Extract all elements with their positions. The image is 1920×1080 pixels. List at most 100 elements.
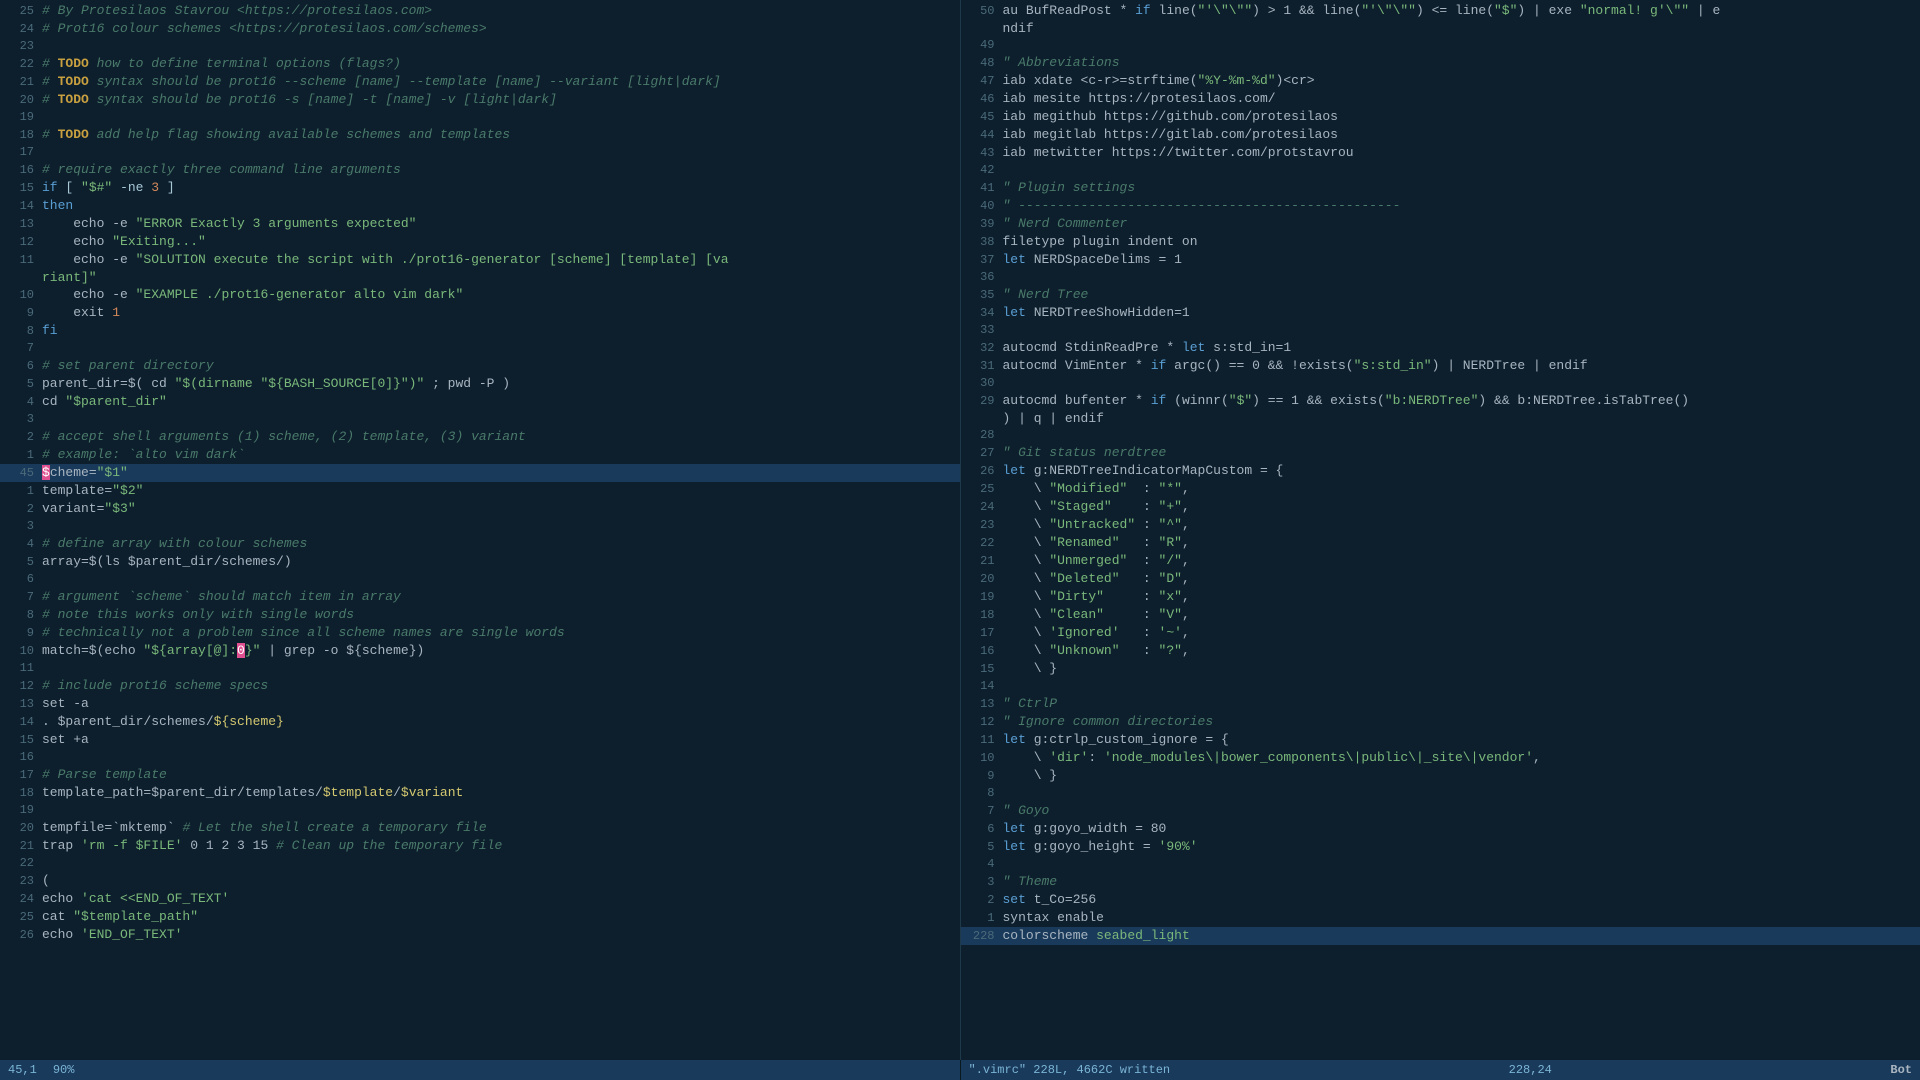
line-row: 12" Ignore common directories bbox=[961, 713, 1920, 731]
line-row: 2set t_Co=256 bbox=[961, 891, 1920, 909]
line-row: 10 echo -e "EXAMPLE ./prot16-generator a… bbox=[0, 286, 960, 304]
line-row: 22# TODO how to define terminal options … bbox=[0, 55, 960, 73]
line-row: 37let NERDSpaceDelims = 1 bbox=[961, 251, 1920, 269]
line-row: 14. $parent_dir/schemes/${scheme} bbox=[0, 713, 960, 731]
line-row: 5let g:goyo_height = '90%' bbox=[961, 838, 1920, 856]
line-row: 8 bbox=[961, 785, 1920, 802]
line-row: 7 bbox=[0, 340, 960, 357]
line-row: 30 bbox=[961, 375, 1920, 392]
line-row: 13set -a bbox=[0, 695, 960, 713]
line-row: 34let NERDTreeShowHidden=1 bbox=[961, 304, 1920, 322]
left-pane: 25# By Protesilaos Stavrou <https://prot… bbox=[0, 0, 961, 1060]
line-row: 4 bbox=[961, 856, 1920, 873]
line-row: 42 bbox=[961, 162, 1920, 179]
line-row: 8# note this works only with single word… bbox=[0, 606, 960, 624]
line-row: 22 bbox=[0, 855, 960, 872]
line-row: 1syntax enable bbox=[961, 909, 1920, 927]
line-row: 11 bbox=[0, 660, 960, 677]
line-row: 16# require exactly three command line a… bbox=[0, 161, 960, 179]
line-row: 45iab megithub https://github.com/protes… bbox=[961, 108, 1920, 126]
line-row: 17 \ 'Ignored' : '~', bbox=[961, 624, 1920, 642]
line-row: 16 \ "Unknown" : "?", bbox=[961, 642, 1920, 660]
line-row: ) | q | endif bbox=[961, 410, 1920, 427]
status-bar: 45,1 90% ".vimrc" 228L, 4662C written 22… bbox=[0, 1060, 1920, 1080]
line-row: 11 echo -e "SOLUTION execute the script … bbox=[0, 251, 960, 269]
line-row: 17# Parse template bbox=[0, 766, 960, 784]
line-row: 44iab megitlab https://gitlab.com/protes… bbox=[961, 126, 1920, 144]
line-row: 11let g:ctrlp_custom_ignore = { bbox=[961, 731, 1920, 749]
line-row: 6# set parent directory bbox=[0, 357, 960, 375]
line-row: 18 \ "Clean" : "V", bbox=[961, 606, 1920, 624]
line-row: 32autocmd StdinReadPre * let s:std_in=1 bbox=[961, 339, 1920, 357]
line-row: 16 bbox=[0, 749, 960, 766]
line-row: 18# TODO add help flag showing available… bbox=[0, 126, 960, 144]
line-row: 27" Git status nerdtree bbox=[961, 444, 1920, 462]
line-row: 1template="$2" bbox=[0, 482, 960, 500]
line-row: 50au BufReadPost * if line("'\"\"") > 1 … bbox=[961, 2, 1920, 20]
right-status-position: 228,24 bbox=[1509, 1063, 1552, 1077]
line-row: 22 \ "Renamed" : "R", bbox=[961, 534, 1920, 552]
line-row: 24# Prot16 colour schemes <https://prote… bbox=[0, 20, 960, 38]
line-row: 40" ------------------------------------… bbox=[961, 197, 1920, 215]
line-row: 20 \ "Deleted" : "D", bbox=[961, 570, 1920, 588]
right-pane: 50au BufReadPost * if line("'\"\"") > 1 … bbox=[961, 0, 1920, 1060]
line-row: 13" CtrlP bbox=[961, 695, 1920, 713]
line-row: 10 \ 'dir': 'node_modules\|bower_compone… bbox=[961, 749, 1920, 767]
line-row: 48" Abbreviations bbox=[961, 54, 1920, 72]
line-row: 19 \ "Dirty" : "x", bbox=[961, 588, 1920, 606]
left-status-position: 45,1 bbox=[8, 1063, 37, 1077]
line-row: 6 bbox=[0, 571, 960, 588]
line-row: riant]" bbox=[0, 269, 960, 286]
line-row: 12# include prot16 scheme specs bbox=[0, 677, 960, 695]
line-row: 24 \ "Staged" : "+", bbox=[961, 498, 1920, 516]
right-code-area[interactable]: 50au BufReadPost * if line("'\"\"") > 1 … bbox=[961, 2, 1920, 1058]
line-row: 31autocmd VimEnter * if argc() == 0 && !… bbox=[961, 357, 1920, 375]
right-status-file: ".vimrc" 228L, 4662C written bbox=[969, 1063, 1171, 1077]
right-status-mode: Bot bbox=[1890, 1063, 1912, 1077]
line-row: 3" Theme bbox=[961, 873, 1920, 891]
line-row: 36 bbox=[961, 269, 1920, 286]
line-row: 8fi bbox=[0, 322, 960, 340]
line-row: 25# By Protesilaos Stavrou <https://prot… bbox=[0, 2, 960, 20]
line-row: 43iab metwitter https://twitter.com/prot… bbox=[961, 144, 1920, 162]
line-row: 4# define array with colour schemes bbox=[0, 535, 960, 553]
line-row: 29autocmd bufenter * if (winnr("$") == 1… bbox=[961, 392, 1920, 410]
line-row: 20# TODO syntax should be prot16 -s [nam… bbox=[0, 91, 960, 109]
line-row: 9# technically not a problem since all s… bbox=[0, 624, 960, 642]
line-row: 35" Nerd Tree bbox=[961, 286, 1920, 304]
line-row: 12 echo "Exiting..." bbox=[0, 233, 960, 251]
line-row: 26let g:NERDTreeIndicatorMapCustom = { bbox=[961, 462, 1920, 480]
line-row: 19 bbox=[0, 802, 960, 819]
line-row: 1# example: `alto vim dark` bbox=[0, 446, 960, 464]
left-status-percent: 90% bbox=[53, 1063, 75, 1077]
line-row: 23( bbox=[0, 872, 960, 890]
line-row: 19 bbox=[0, 109, 960, 126]
line-row: 23 \ "Untracked" : "^", bbox=[961, 516, 1920, 534]
line-row: 10match=$(echo "${array[@]:0}" | grep -o… bbox=[0, 642, 960, 660]
editor-container: 25# By Protesilaos Stavrou <https://prot… bbox=[0, 0, 1920, 1060]
line-row: 9 exit 1 bbox=[0, 304, 960, 322]
line-row: 15 \ } bbox=[961, 660, 1920, 678]
line-row-highlighted: 45$cheme="$1" bbox=[0, 464, 960, 482]
line-row: 15set +a bbox=[0, 731, 960, 749]
left-status-bar: 45,1 90% bbox=[0, 1060, 960, 1080]
line-row: 49 bbox=[961, 37, 1920, 54]
line-row: 3 bbox=[0, 411, 960, 428]
line-row: 41" Plugin settings bbox=[961, 179, 1920, 197]
line-row: 15if [ "$#" -ne 3 ] bbox=[0, 179, 960, 197]
line-row: 23 bbox=[0, 38, 960, 55]
line-row-colorscheme: 228colorscheme seabed_light bbox=[961, 927, 1920, 945]
line-row: 21 \ "Unmerged" : "/", bbox=[961, 552, 1920, 570]
line-row: 25 \ "Modified" : "*", bbox=[961, 480, 1920, 498]
line-row: ndif bbox=[961, 20, 1920, 37]
line-row: 2# accept shell arguments (1) scheme, (2… bbox=[0, 428, 960, 446]
line-row: 7# argument `scheme` should match item i… bbox=[0, 588, 960, 606]
right-status-bar: ".vimrc" 228L, 4662C written 228,24 Bot bbox=[960, 1060, 1920, 1080]
line-row: 46iab mesite https://protesilaos.com/ bbox=[961, 90, 1920, 108]
line-row: 13 echo -e "ERROR Exactly 3 arguments ex… bbox=[0, 215, 960, 233]
line-row: 3 bbox=[0, 518, 960, 535]
line-row: 21trap 'rm -f $FILE' 0 1 2 3 15 # Clean … bbox=[0, 837, 960, 855]
line-row: 18template_path=$parent_dir/templates/$t… bbox=[0, 784, 960, 802]
line-row: 17 bbox=[0, 144, 960, 161]
left-code-area[interactable]: 25# By Protesilaos Stavrou <https://prot… bbox=[0, 2, 960, 1058]
